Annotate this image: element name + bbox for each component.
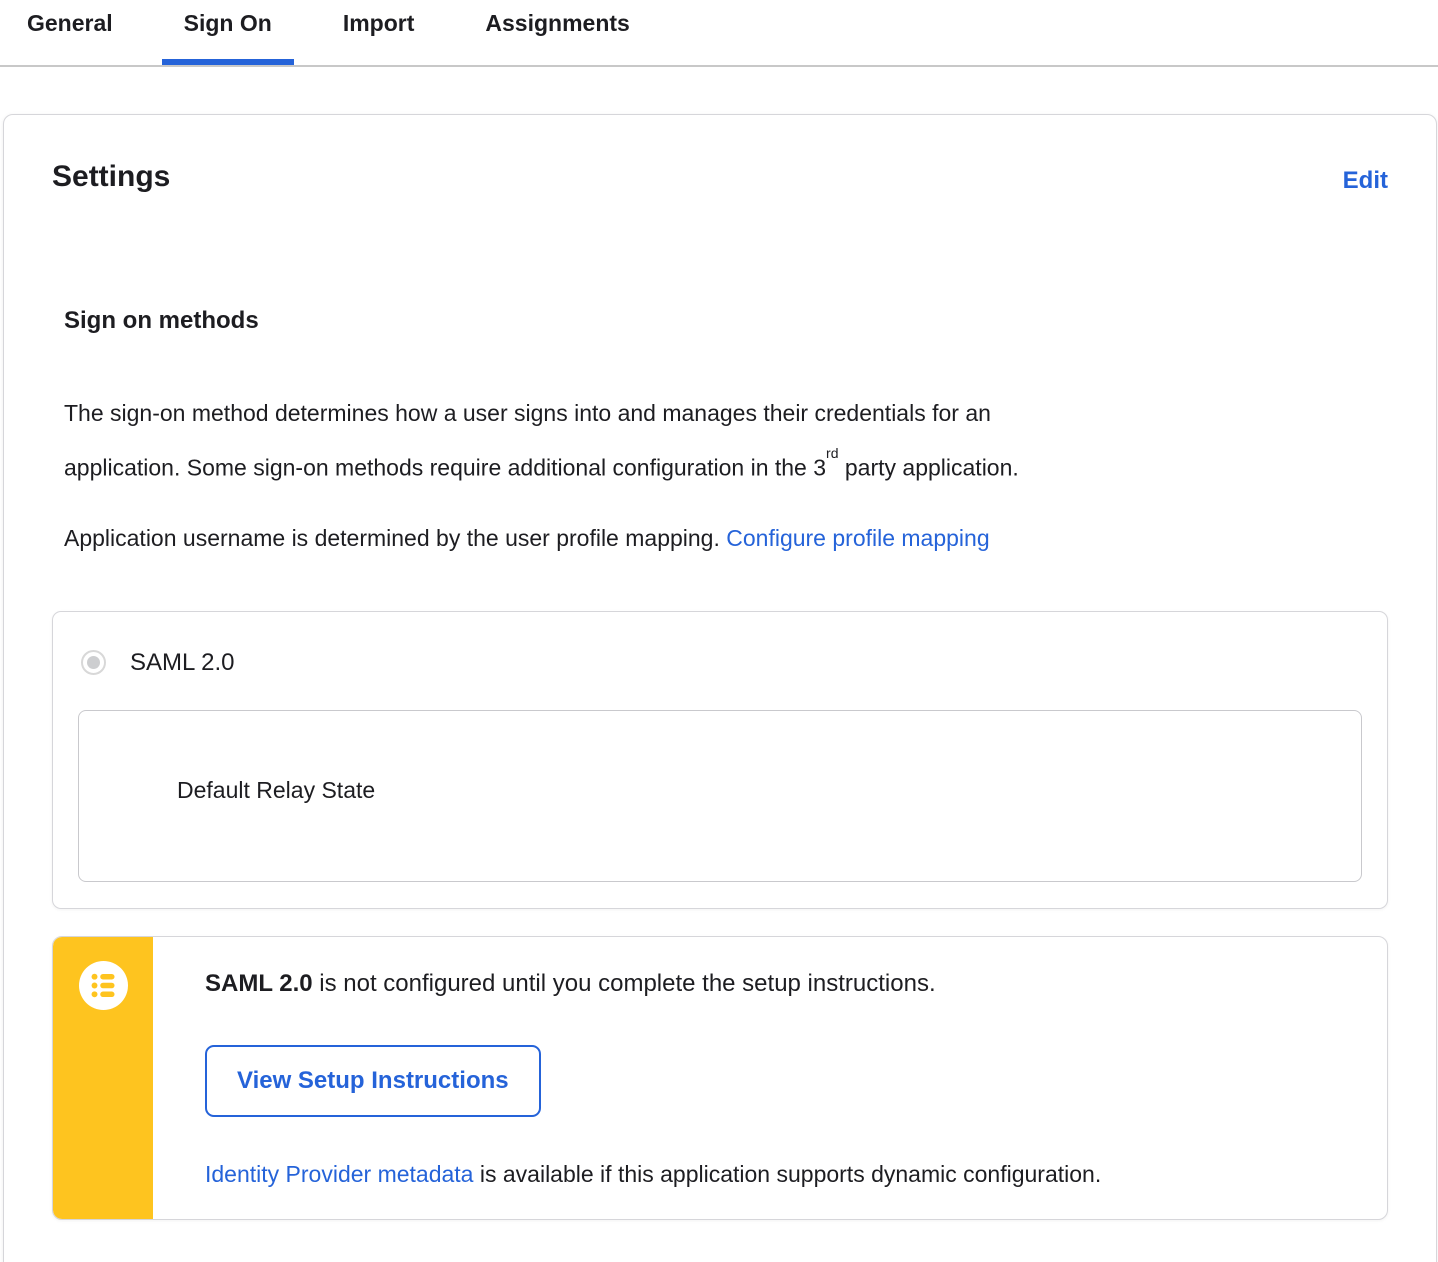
warning-banner-content: SAML 2.0 is not configured until you com… (153, 937, 1387, 1219)
username-note: Application username is determined by th… (64, 514, 1388, 563)
saml-radio-label: SAML 2.0 (130, 648, 235, 676)
saml-option-box: SAML 2.0 Default Relay State (52, 610, 1388, 909)
description-line2: application. Some sign-on methods requir… (64, 454, 827, 481)
ordinal-superscript: rd (826, 445, 839, 461)
radio-dot (87, 656, 100, 670)
warning-footer: Identity Provider metadata is available … (205, 1159, 1339, 1189)
tab-sign-on[interactable]: Sign On (161, 0, 294, 65)
warning-message-protocol: SAML 2.0 (205, 969, 313, 997)
warning-banner: SAML 2.0 is not configured until you com… (52, 935, 1388, 1220)
saml-radio-button[interactable] (81, 650, 106, 676)
sign-on-methods-description: The sign-on method determines how a user… (64, 389, 1324, 493)
warning-message: SAML 2.0 is not configured until you com… (205, 969, 1339, 999)
saml-radio-row: SAML 2.0 (78, 649, 1362, 677)
identity-provider-metadata-link[interactable]: Identity Provider metadata (205, 1161, 473, 1187)
configure-profile-mapping-link[interactable]: Configure profile mapping (726, 525, 989, 551)
description-line1: The sign-on method determines how a user… (64, 400, 991, 426)
settings-card-header: Settings Edit (52, 159, 1388, 195)
view-setup-instructions-button[interactable]: View Setup Instructions (205, 1044, 541, 1117)
username-note-text: Application username is determined by th… (64, 524, 727, 551)
warning-banner-strip (53, 936, 153, 1219)
warning-message-text: is not configured until you complete the… (312, 969, 936, 997)
page-title: Settings (52, 160, 171, 193)
list-icon (78, 960, 128, 1010)
tab-assignments[interactable]: Assignments (463, 0, 651, 65)
default-relay-state-label: Default Relay State (177, 776, 376, 803)
description-line2-end: party application. (838, 454, 1019, 481)
tab-general[interactable]: General (5, 0, 135, 65)
warning-footer-text: is available if this application support… (473, 1160, 1102, 1187)
settings-card: Settings Edit Sign on methods The sign-o… (3, 114, 1437, 1262)
edit-link[interactable]: Edit (1343, 167, 1388, 195)
tab-import[interactable]: Import (321, 0, 437, 65)
tab-bar: General Sign On Import Assignments (0, 0, 1438, 67)
sign-on-methods-heading: Sign on methods (64, 307, 259, 334)
default-relay-state-field: Default Relay State (78, 709, 1362, 882)
